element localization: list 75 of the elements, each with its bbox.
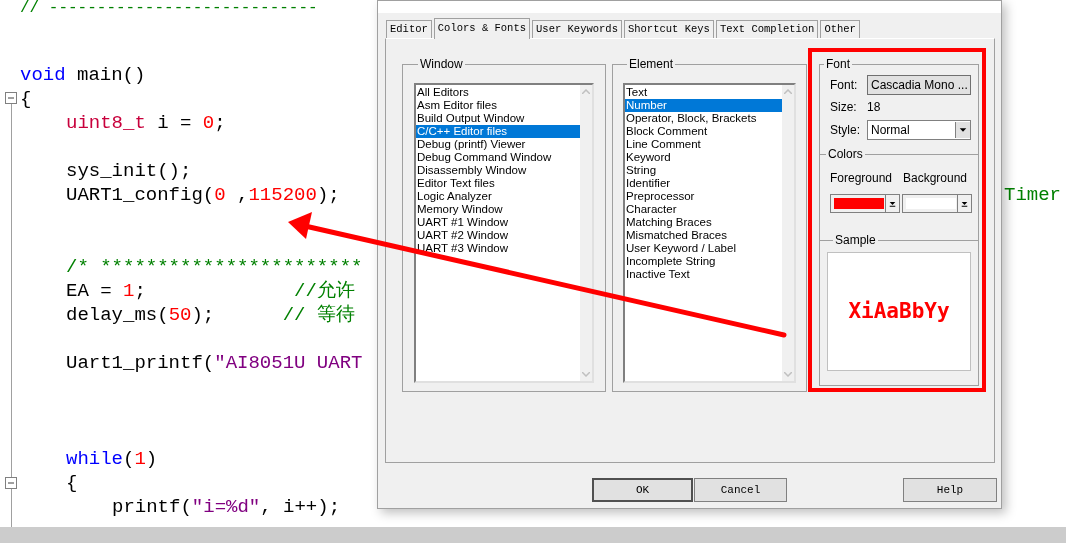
code-line: // ---------------------------- <box>20 2 318 15</box>
fold-collapse-icon[interactable] <box>5 92 17 104</box>
list-item[interactable]: Number <box>625 99 782 112</box>
background-color-picker[interactable] <box>902 194 972 213</box>
list-item[interactable]: All Editors <box>416 86 469 99</box>
dialog-button[interactable]: Help <box>903 478 997 502</box>
code-comment: Timer <box>1004 183 1061 207</box>
dialog-button[interactable]: OK <box>592 478 693 502</box>
size-label: Size: <box>830 98 858 116</box>
list-item[interactable]: Keyword <box>625 151 671 164</box>
list-item[interactable]: Disassembly Window <box>416 164 527 177</box>
scrollbar[interactable] <box>782 85 794 381</box>
list-item[interactable]: Mismatched Braces <box>625 229 727 242</box>
code-line: { <box>20 87 32 111</box>
scroll-down-icon[interactable] <box>784 372 792 377</box>
code-line: /* *********************** <box>66 255 363 279</box>
list-item[interactable]: User Keyword / Label <box>625 242 736 255</box>
list-item[interactable]: Line Comment <box>625 138 701 151</box>
tab[interactable]: Other <box>820 20 860 38</box>
list-item[interactable]: Memory Window <box>416 203 503 216</box>
list-item[interactable]: Logic Analyzer <box>416 190 492 203</box>
list-box[interactable]: Text Number Operator, Block, Brackets Block Comment Line Comment Keyword String Identifier Preprocessor Character Matching Braces Mismatched Braces User Keyword / Label Incomplete String Inactive Text <box>623 83 796 383</box>
group-label: Element <box>628 56 675 73</box>
font-button[interactable]: Cascadia Mono ... <box>867 75 971 95</box>
code-line: { <box>66 471 78 495</box>
code-line: void main() <box>20 63 146 87</box>
tab[interactable]: User Keywords <box>532 20 622 38</box>
list-box[interactable] <box>414 83 594 383</box>
list-item[interactable]: String <box>625 164 657 177</box>
style-dropdown[interactable]: Normal <box>867 119 971 140</box>
tab[interactable]: Editor <box>386 20 432 38</box>
foreground-label: Foreground <box>830 170 894 187</box>
scroll-up-icon[interactable] <box>582 89 590 94</box>
scroll-up-icon[interactable] <box>784 89 792 94</box>
code-line: printf("i=%d", i++); <box>112 495 341 519</box>
group-label: Font <box>825 56 851 73</box>
code-line: Uart1_printf("AI8051U UART <box>66 351 363 375</box>
code-line: delay_ms(50); // 等待 <box>66 303 355 327</box>
code-line: UART1_config(0 ,115200); <box>66 183 340 207</box>
group-label: Sample <box>834 232 877 249</box>
tab[interactable]: Shortcut Keys <box>623 20 714 38</box>
list-item[interactable]: Inactive Text <box>625 268 690 281</box>
code-line: EA = 1; //允许 <box>66 279 355 303</box>
list-item[interactable]: Preprocessor <box>625 190 695 203</box>
style-label: Style: <box>830 121 861 139</box>
code-line: while(1) <box>66 447 158 471</box>
list-item[interactable]: Text <box>625 86 648 99</box>
list-item[interactable]: Identifier <box>625 177 671 190</box>
code-line: sys_init(); <box>66 159 192 183</box>
list-item[interactable]: Asm Editor files <box>416 99 497 112</box>
scrollbar[interactable] <box>580 85 592 381</box>
list-item[interactable]: UART #2 Window <box>416 229 508 242</box>
list-item[interactable]: Editor Text files <box>416 177 495 190</box>
dialog-button[interactable]: Cancel <box>694 478 787 502</box>
list-item[interactable]: Debug (printf) Viewer <box>416 138 526 151</box>
font-label: Font: <box>830 77 859 94</box>
tab[interactable]: Colors & Fonts <box>433 18 531 39</box>
group-label: Colors <box>827 146 864 163</box>
group-label: Window <box>419 56 464 73</box>
code-line: uint8_t i = 0; <box>66 111 226 135</box>
fold-collapse-icon[interactable] <box>5 477 17 489</box>
list-item[interactable]: C/C++ Editor files <box>416 125 580 138</box>
list-item[interactable]: Operator, Block, Brackets <box>625 112 757 125</box>
foreground-color-picker[interactable] <box>830 194 900 213</box>
background-label: Background <box>903 170 968 187</box>
list-item[interactable]: Matching Braces <box>625 216 712 229</box>
list-item[interactable]: Block Comment <box>625 125 708 138</box>
scroll-down-icon[interactable] <box>582 372 590 377</box>
list-item[interactable]: Character <box>625 203 677 216</box>
list-item[interactable]: UART #1 Window <box>416 216 508 229</box>
tab[interactable]: Text Completion <box>715 20 819 38</box>
list-item[interactable]: Debug Command Window <box>416 151 552 164</box>
size-value: 18 <box>867 98 881 116</box>
list-item[interactable]: Build Output Window <box>416 112 525 125</box>
list-item[interactable]: Incomplete String <box>625 255 716 268</box>
